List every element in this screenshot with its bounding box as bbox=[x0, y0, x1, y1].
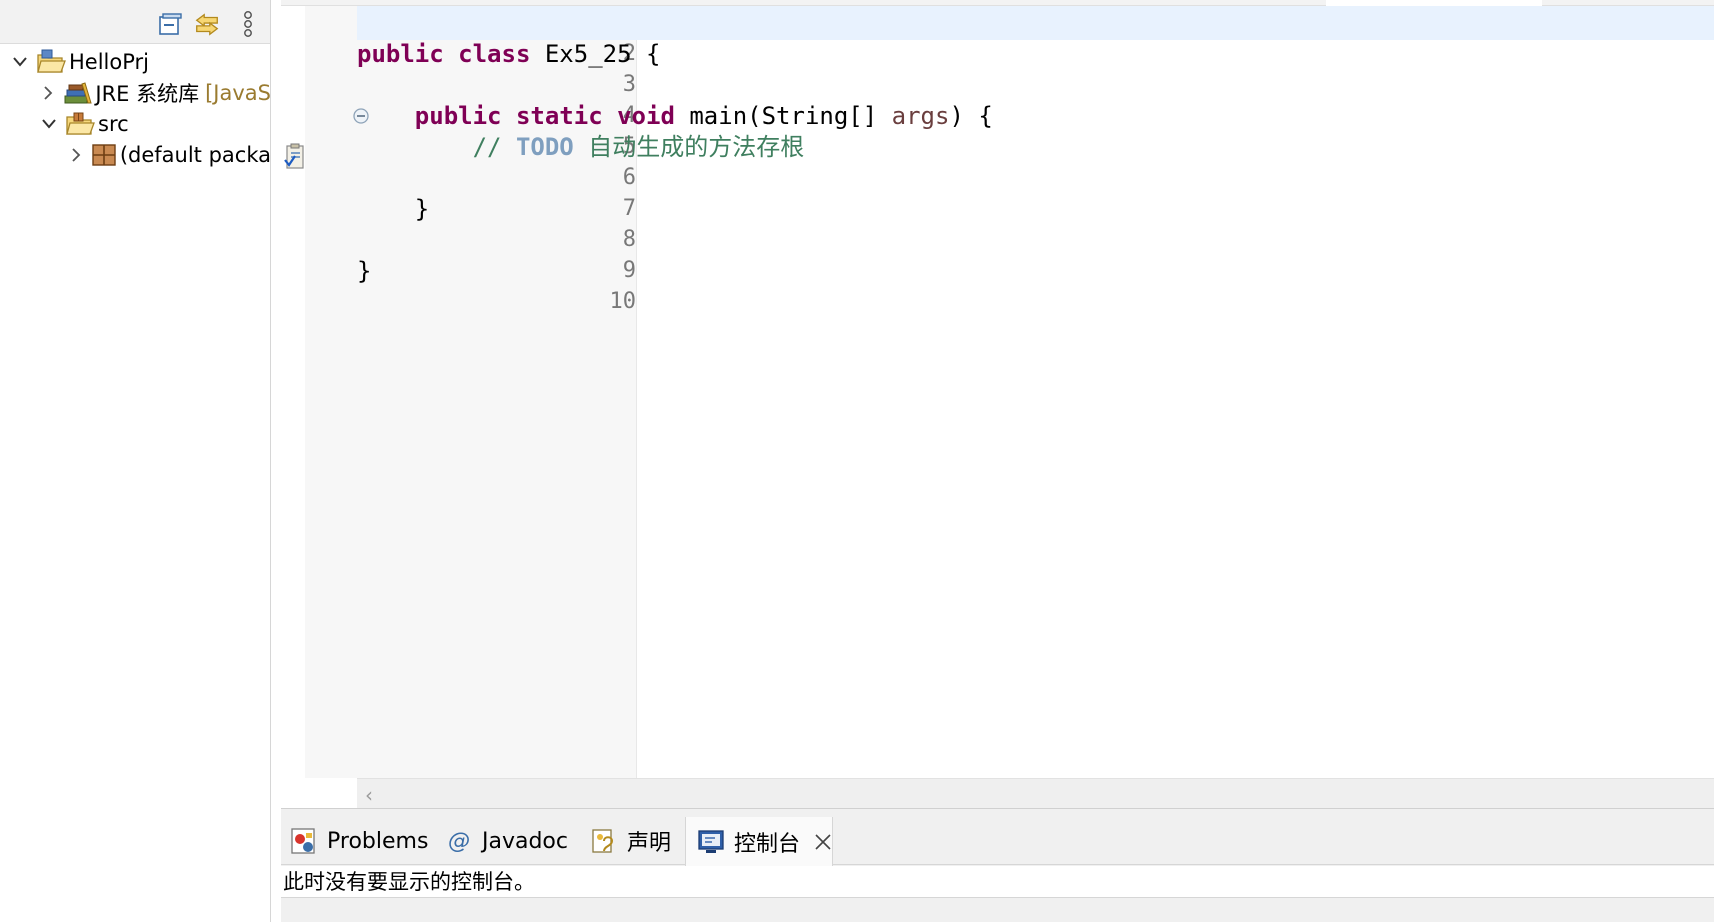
class-declaration: Ex5_25 { bbox=[530, 40, 661, 68]
code-line-1[interactable] bbox=[357, 6, 1714, 40]
tab-problems[interactable]: Problems bbox=[289, 817, 428, 865]
bottom-panel: Problems @ Javadoc 声明 控制台 此时没有要显示的控制台。 bbox=[281, 808, 1714, 922]
code-line-7[interactable]: } bbox=[357, 192, 1433, 226]
code-line-6[interactable] bbox=[357, 161, 1433, 195]
panel-tab-bar: Problems @ Javadoc 声明 控制台 bbox=[281, 817, 1714, 866]
console-message: 此时没有要显示的控制台。 bbox=[281, 866, 1714, 898]
keyword: public bbox=[357, 40, 444, 68]
code-line-10[interactable] bbox=[357, 285, 1433, 319]
todo-tag: TODO bbox=[515, 133, 574, 161]
collapse-all-icon[interactable] bbox=[156, 10, 184, 38]
chevron-right-icon[interactable] bbox=[38, 82, 59, 104]
task-marker-icon[interactable] bbox=[284, 143, 306, 175]
at-sign-icon: @ bbox=[448, 828, 470, 854]
code-line-5[interactable]: // TODO 自动生成的方法存根 bbox=[357, 130, 1433, 164]
annotation-ruler bbox=[281, 6, 305, 778]
tree-item-label: src bbox=[98, 112, 129, 136]
tree-item-jre-library[interactable]: JRE 系统库 [JavaS bbox=[0, 76, 271, 110]
declaration-icon bbox=[589, 826, 619, 856]
scroll-left-icon[interactable]: ‹ bbox=[365, 783, 373, 807]
view-menu-icon[interactable] bbox=[234, 10, 262, 38]
chevron-down-icon[interactable] bbox=[38, 113, 60, 135]
tree-item-helloprj[interactable]: HelloPrj bbox=[0, 45, 270, 79]
explorer-toolbar bbox=[0, 0, 270, 44]
source-folder-icon bbox=[64, 109, 96, 139]
chevron-down-icon[interactable] bbox=[9, 51, 31, 73]
tree-item-src[interactable]: src bbox=[0, 107, 270, 141]
code-text-area[interactable]: public class Ex5_25 { public static void… bbox=[357, 6, 1714, 778]
keyword: class bbox=[458, 40, 531, 68]
code-line-8[interactable] bbox=[357, 223, 1433, 257]
tree-item-default-package[interactable]: (default packa bbox=[0, 138, 271, 172]
tab-label: Javadoc bbox=[482, 828, 568, 854]
link-with-editor-icon[interactable] bbox=[193, 10, 221, 38]
chevron-right-icon[interactable] bbox=[66, 144, 85, 166]
comment: // bbox=[472, 133, 516, 161]
tree-item-decoration: [JavaS bbox=[205, 81, 271, 105]
code-line-2[interactable]: public class Ex5_25 { bbox=[357, 37, 1433, 71]
tab-label: 控制台 bbox=[733, 831, 800, 857]
project-folder-icon bbox=[35, 47, 67, 77]
library-icon bbox=[63, 78, 93, 108]
tab-label: 声明 bbox=[627, 831, 672, 856]
horizontal-scrollbar[interactable]: ‹ bbox=[357, 778, 1714, 808]
tree-item-label: HelloPrj bbox=[69, 50, 149, 74]
tab-declaration[interactable]: 声明 bbox=[589, 817, 671, 865]
console-area bbox=[281, 899, 1714, 922]
close-icon[interactable] bbox=[814, 833, 832, 851]
closing-brace: } bbox=[414, 195, 430, 223]
parameter-name: args bbox=[891, 102, 950, 130]
package-icon bbox=[89, 140, 117, 170]
tab-label: Problems bbox=[327, 828, 429, 854]
closing-brace: } bbox=[357, 257, 372, 285]
code-line-4[interactable]: public static void main(String[] args) { bbox=[357, 99, 1433, 133]
code-line-9[interactable]: } bbox=[357, 254, 1433, 288]
tab-console[interactable]: 控制台 bbox=[685, 817, 833, 866]
keyword: public bbox=[414, 102, 502, 130]
method-signature: main(String[] bbox=[674, 102, 892, 130]
problems-icon bbox=[289, 826, 319, 856]
tree-item-label: JRE 系统库 bbox=[95, 82, 200, 106]
package-explorer: HelloPrj JRE 系统库 [JavaS src (default pac… bbox=[0, 0, 271, 922]
tree-item-label: (default packa bbox=[119, 143, 271, 167]
console-icon bbox=[696, 827, 726, 857]
comment-text: 自动生成的方法存根 bbox=[573, 133, 805, 161]
keyword: void bbox=[617, 102, 675, 130]
tab-javadoc[interactable]: @ Javadoc bbox=[444, 817, 568, 865]
code-editor[interactable]: 1 2 3 4 5 6 7 8 9 10 public class Ex5_25… bbox=[281, 0, 1714, 808]
method-signature-end: ) { bbox=[949, 102, 993, 130]
code-line-3[interactable] bbox=[357, 68, 1433, 102]
keyword: static bbox=[515, 102, 603, 130]
